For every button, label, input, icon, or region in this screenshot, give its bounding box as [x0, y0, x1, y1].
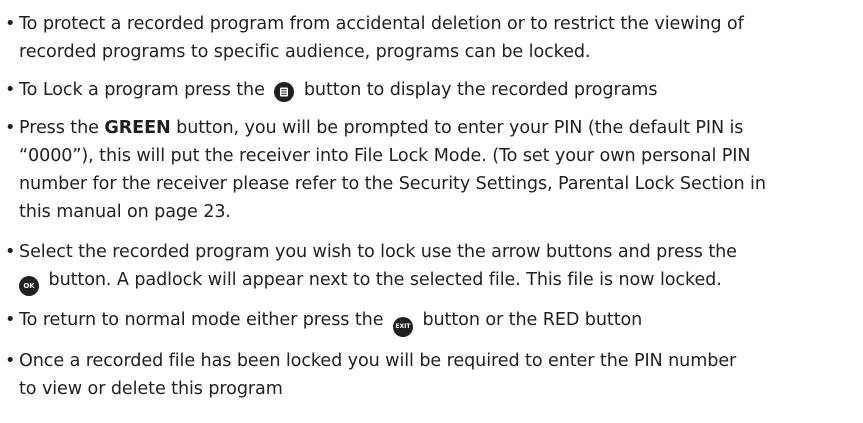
- ok-button-icon: OK: [19, 276, 39, 296]
- list-item: • Press the GREEN button, you will be pr…: [4, 114, 863, 226]
- green-button-label: GREEN: [104, 118, 171, 138]
- bullet: •: [5, 351, 16, 371]
- list-item: • Select the recorded program you wish t…: [4, 238, 863, 296]
- item-text: Press the: [19, 118, 99, 138]
- exit-button-icon: EXIT: [392, 317, 413, 337]
- item-text: button, you will be prompted to enter yo…: [176, 118, 744, 138]
- bullet: •: [5, 80, 16, 100]
- item-text-line: to view or delete this program: [19, 379, 283, 399]
- item-text-line: this manual on page 23.: [19, 202, 231, 222]
- list-button-icon: [274, 82, 295, 102]
- list-item: • To protect a recorded program from acc…: [4, 10, 863, 66]
- manual-page: • To protect a recorded program from acc…: [0, 0, 863, 423]
- item-text: To Lock a program press the: [19, 80, 265, 100]
- item-text-line: To protect a recorded program from accid…: [19, 14, 744, 34]
- list-item: • Once a recorded file has been locked y…: [4, 347, 863, 403]
- list-item: • To return to normal mode either press …: [4, 306, 863, 337]
- item-text: button to display the recorded programs: [303, 80, 658, 100]
- bullet: •: [5, 118, 16, 138]
- list-item: • To Lock a program press the button to …: [4, 76, 863, 104]
- item-text-line: number for the receiver please refer to …: [19, 174, 766, 194]
- item-text-line: “0000”), this will put the receiver into…: [19, 146, 751, 166]
- bullet: •: [5, 242, 16, 262]
- item-text: button. A padlock will appear next to th…: [48, 270, 722, 290]
- bullet: •: [5, 310, 16, 330]
- item-text-line: recorded programs to specific audience, …: [19, 42, 591, 62]
- instruction-list: • To protect a recorded program from acc…: [4, 10, 863, 403]
- item-text-line: Once a recorded file has been locked you…: [19, 351, 737, 371]
- bullet: •: [5, 14, 16, 34]
- item-text-line: Select the recorded program you wish to …: [19, 242, 737, 262]
- item-text: To return to normal mode either press th…: [19, 310, 384, 330]
- item-text: button or the RED button: [422, 310, 643, 330]
